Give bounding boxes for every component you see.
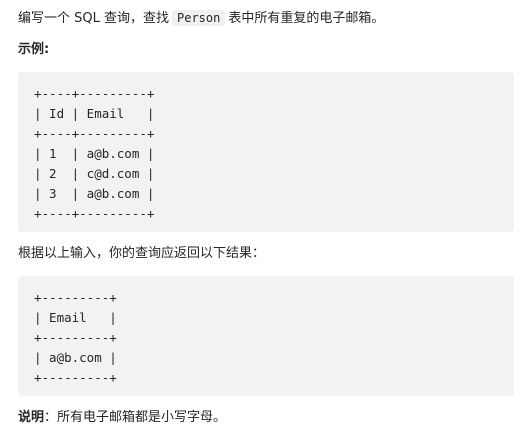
input-table: +----+---------+ | Id | Email | +----+--… [34,86,155,221]
input-code-block: +----+---------+ | Id | Email | +----+--… [18,72,514,232]
output-table: +---------+ | Email | +---------+ | a@b.… [34,290,117,385]
intro-text-before: 编写一个 SQL 查询，查找 [18,11,169,26]
table-name-code: Person [172,10,226,26]
example-label: 示例: [18,42,50,57]
problem-statement: 编写一个 SQL 查询，查找 Person 表中所有重复的电子邮箱。 [18,8,384,29]
output-code-block: +---------+ | Email | +---------+ | a@b.… [18,276,514,396]
note-key: 说明 [18,410,45,425]
note: 说明：所有电子邮箱都是小写字母。 [18,408,226,428]
result-label: 根据以上输入，你的查询应返回以下结果： [18,246,266,261]
note-text: ：所有电子邮箱都是小写字母。 [44,410,227,425]
intro-text-after: 表中所有重复的电子邮箱。 [228,11,385,26]
